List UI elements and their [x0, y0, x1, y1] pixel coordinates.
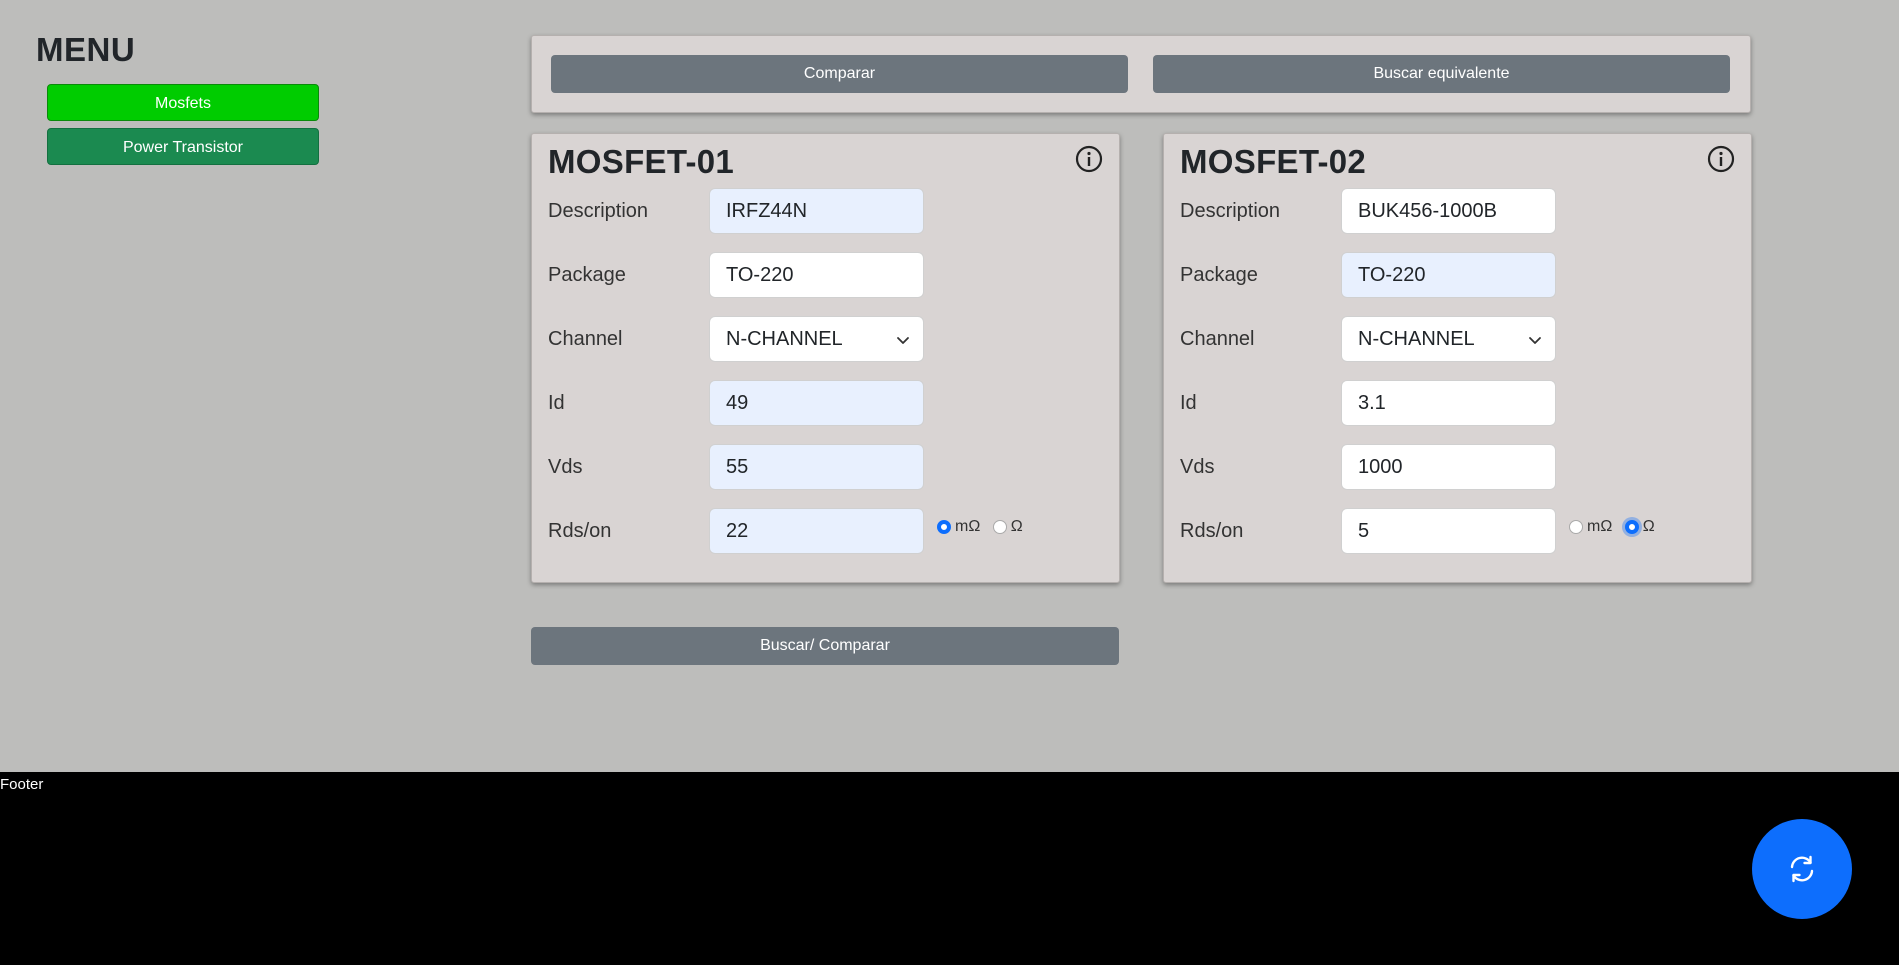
vds-input[interactable]: 1000 — [1341, 444, 1556, 490]
channel-value: N-CHANNEL — [726, 328, 843, 350]
description-input[interactable]: BUK456-1000B — [1341, 188, 1556, 234]
ohm-label: Ω — [1642, 518, 1655, 535]
id-row: Id 3.1 — [1180, 380, 1740, 426]
rds-unit-radio-group: mΩ Ω — [1569, 518, 1663, 544]
info-circle-icon[interactable] — [1074, 144, 1104, 174]
card-title: MOSFET-01 — [548, 143, 735, 180]
vds-input[interactable]: 55 — [709, 444, 924, 490]
footer: Footer — [0, 772, 1899, 965]
channel-row: Channel N-CHANNEL — [548, 316, 1108, 362]
sidebar-item-mosfets[interactable]: Mosfets — [47, 84, 319, 121]
channel-label: Channel — [548, 328, 623, 350]
sidebar-item-power-transistor[interactable]: Power Transistor — [47, 128, 319, 165]
description-row: Description BUK456-1000B — [1180, 188, 1740, 234]
rds-row: Rds/on 22 mΩ Ω — [548, 508, 1108, 554]
vds-row: Vds 1000 — [1180, 444, 1740, 490]
channel-select[interactable]: N-CHANNEL — [1341, 316, 1556, 362]
milliohm-label: mΩ — [955, 518, 981, 535]
rds-unit-radio-group: mΩ Ω — [937, 518, 1031, 544]
channel-row: Channel N-CHANNEL — [1180, 316, 1740, 362]
package-row: Package TO-220 — [548, 252, 1108, 298]
vds-label: Vds — [1180, 456, 1215, 478]
description-input[interactable]: IRFZ44N — [709, 188, 924, 234]
description-label: Description — [1180, 200, 1281, 222]
find-equivalent-button[interactable]: Buscar equivalente — [1153, 55, 1730, 93]
vds-row: Vds 55 — [548, 444, 1108, 490]
package-input[interactable]: TO-220 — [1341, 252, 1556, 298]
unit-ohm-option[interactable]: Ω — [1624, 518, 1655, 536]
package-row: Package TO-220 — [1180, 252, 1740, 298]
id-input[interactable]: 49 — [709, 380, 924, 426]
footer-text: Footer — [0, 776, 44, 793]
rds-row: Rds/on 5 mΩ Ω — [1180, 508, 1740, 554]
ohm-label: Ω — [1010, 518, 1023, 535]
refresh-button[interactable] — [1752, 819, 1852, 919]
milliohm-label: mΩ — [1587, 518, 1613, 535]
sidebar: MENU Mosfets Power Transistor — [36, 30, 326, 172]
id-label: Id — [1180, 392, 1197, 414]
channel-select[interactable]: N-CHANNEL — [709, 316, 924, 362]
channel-value: N-CHANNEL — [1358, 328, 1475, 350]
card-title: MOSFET-02 — [1180, 143, 1367, 180]
mosfet-card-2: MOSFET-02 Description BUK456-1000B Packa… — [1163, 133, 1752, 583]
milliohm-radio[interactable] — [937, 520, 951, 534]
ohm-radio[interactable] — [1624, 520, 1639, 534]
vds-label: Vds — [548, 456, 583, 478]
id-label: Id — [548, 392, 565, 414]
info-circle-icon[interactable] — [1706, 144, 1736, 174]
package-input[interactable]: TO-220 — [709, 252, 924, 298]
package-label: Package — [1180, 264, 1258, 286]
rds-label: Rds/on — [548, 520, 612, 542]
search-compare-button[interactable]: Buscar/ Comparar — [531, 627, 1119, 665]
refresh-icon — [1790, 855, 1814, 883]
rds-input[interactable]: 5 — [1341, 508, 1556, 554]
toolbar-card: Comparar Buscar equivalente — [531, 35, 1751, 113]
id-row: Id 49 — [548, 380, 1108, 426]
ohm-radio[interactable] — [992, 520, 1007, 534]
rds-label: Rds/on — [1180, 520, 1244, 542]
chevron-down-icon — [1529, 337, 1541, 344]
unit-milliohm-option[interactable]: mΩ — [937, 518, 980, 536]
unit-milliohm-option[interactable]: mΩ — [1569, 518, 1612, 536]
channel-label: Channel — [1180, 328, 1255, 350]
description-row: Description IRFZ44N — [548, 188, 1108, 234]
rds-input[interactable]: 22 — [709, 508, 924, 554]
unit-ohm-option[interactable]: Ω — [992, 518, 1023, 536]
description-label: Description — [548, 200, 649, 222]
id-input[interactable]: 3.1 — [1341, 380, 1556, 426]
compare-button[interactable]: Comparar — [551, 55, 1128, 93]
package-label: Package — [548, 264, 626, 286]
chevron-down-icon — [897, 337, 909, 344]
milliohm-radio[interactable] — [1569, 520, 1583, 534]
menu-title: MENU — [36, 31, 136, 68]
mosfet-card-1: MOSFET-01 Description IRFZ44N Package TO… — [531, 133, 1120, 583]
